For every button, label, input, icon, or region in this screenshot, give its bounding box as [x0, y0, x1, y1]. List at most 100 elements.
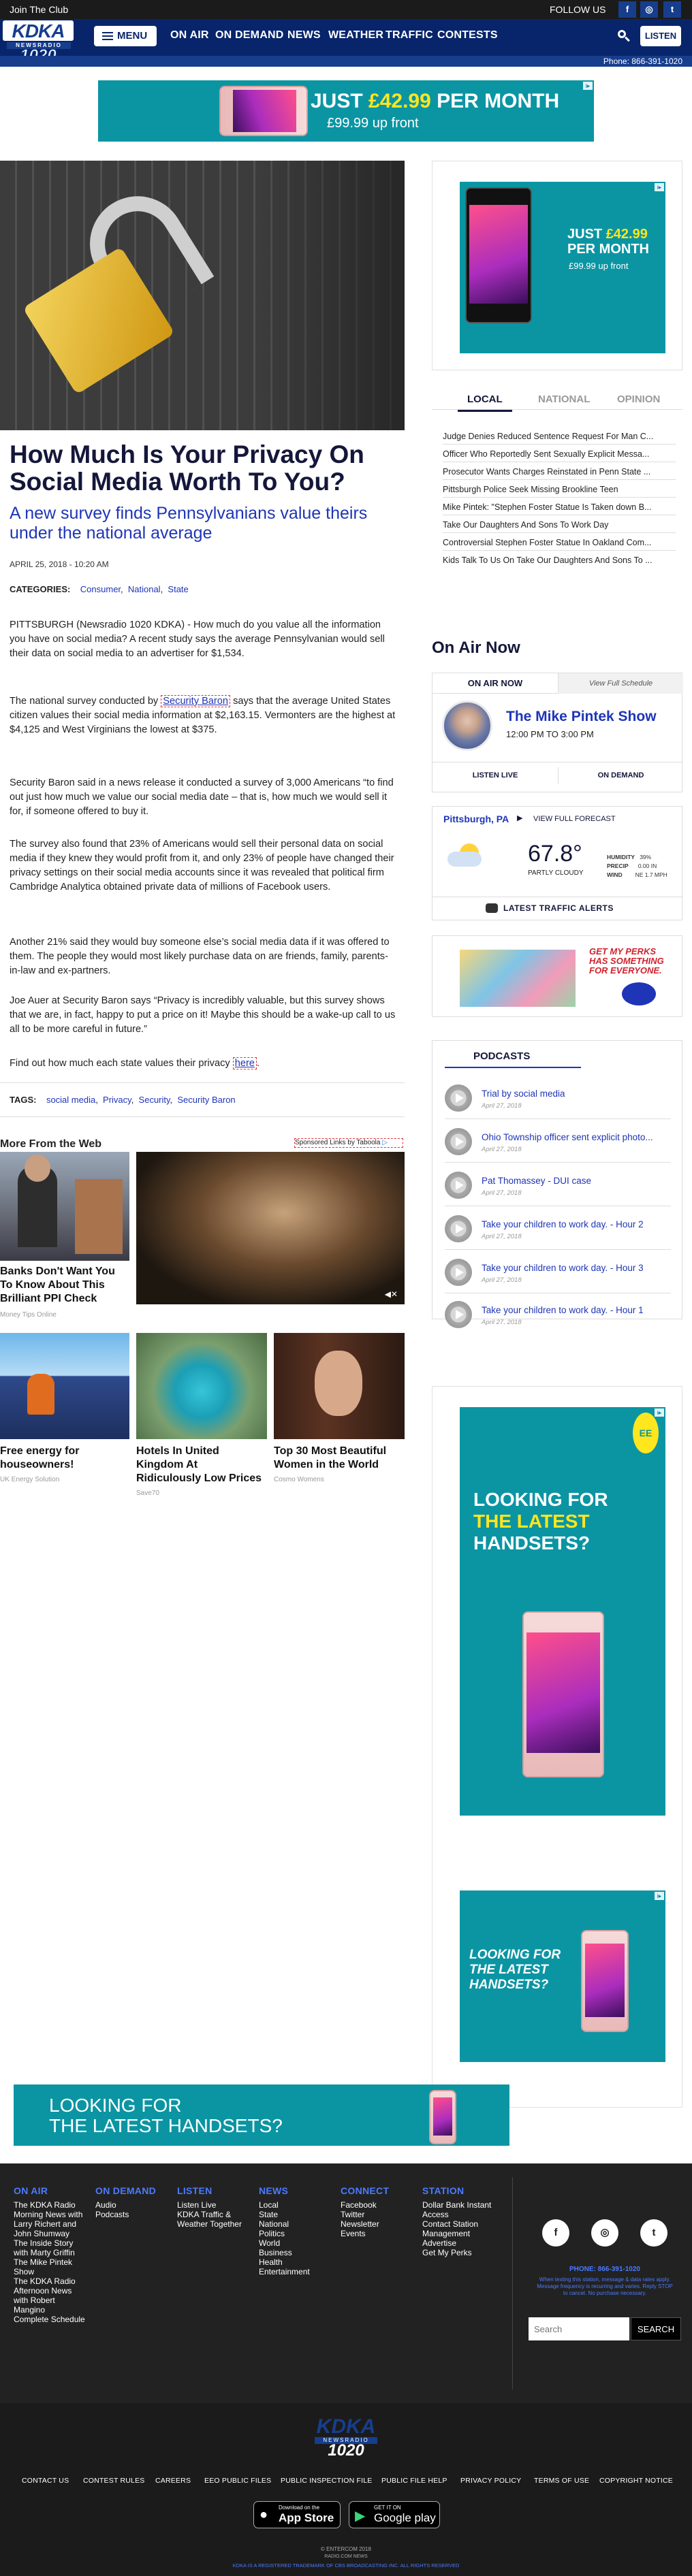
mute-icon[interactable]: ◀✕: [385, 1289, 398, 1299]
nav-news[interactable]: NEWS: [287, 29, 321, 42]
podcast-title[interactable]: Pat Thomassey - DUI case: [482, 1176, 672, 1186]
podcast-title[interactable]: Trial by social media: [482, 1089, 672, 1099]
footer-link[interactable]: Audio: [95, 2200, 116, 2210]
tab-opinion[interactable]: OPINION: [617, 393, 660, 405]
full-forecast-link[interactable]: VIEW FULL FORECAST: [533, 815, 616, 823]
footer-link[interactable]: World: [259, 2238, 280, 2248]
nav-traffic[interactable]: TRAFFIC: [386, 29, 433, 42]
sponsored-card-ppi[interactable]: Banks Don't Want You To Know About This …: [0, 1152, 129, 1319]
listen-button[interactable]: LISTEN: [640, 26, 681, 46]
footer-link[interactable]: Podcasts: [95, 2210, 129, 2219]
sponsored-card-energy[interactable]: Free energy for houseowners! UK Energy S…: [0, 1333, 129, 1490]
tab-national[interactable]: NATIONAL: [538, 393, 590, 405]
footer-link[interactable]: The KDKA Radio Afternoon News with Rober…: [14, 2276, 76, 2315]
category-national[interactable]: National: [128, 584, 161, 594]
here-link[interactable]: here: [232, 1057, 257, 1069]
join-club-link[interactable]: Join The Club: [10, 4, 68, 15]
security-baron-link[interactable]: Security Baron: [161, 695, 231, 707]
sidebar-ad[interactable]: i▸ JUST £42.99 PER MONTH £99.99 up front: [460, 182, 665, 353]
news-item[interactable]: Prosecutor Wants Charges Reinstated in P…: [443, 467, 676, 477]
footer-link[interactable]: State: [259, 2210, 278, 2219]
ad-choices-icon[interactable]: i▸: [583, 82, 593, 90]
on-demand-button[interactable]: ON DEMAND: [558, 767, 683, 784]
footer-link[interactable]: Complete Schedule: [14, 2315, 85, 2324]
play-icon[interactable]: [445, 1084, 472, 1112]
facebook-icon[interactable]: f: [618, 1, 636, 18]
ad-choices-icon[interactable]: i▸: [655, 183, 664, 191]
category-consumer[interactable]: Consumer: [80, 584, 121, 594]
sponsored-card-women[interactable]: Top 30 Most Beautiful Women in the World…: [274, 1333, 405, 1490]
news-item[interactable]: Mike Pintek: "Stephen Foster Statue Is T…: [443, 502, 676, 512]
play-icon[interactable]: [445, 1128, 472, 1155]
category-state[interactable]: State: [168, 584, 188, 594]
footer-privacy-link[interactable]: PRIVACY POLICY: [460, 2477, 521, 2485]
podcast-title[interactable]: Ohio Township officer sent explicit phot…: [482, 1132, 672, 1142]
taboola-sponsored-link[interactable]: Sponsored Links by Taboola ▷: [294, 1138, 403, 1148]
weather-location[interactable]: Pittsburgh, PA: [443, 814, 509, 824]
sidebar-small-ad[interactable]: i▸ LOOKING FOR THE LATEST HANDSETS?: [460, 1890, 665, 2062]
show-title[interactable]: The Mike Pintek Show: [506, 709, 657, 725]
tag-security-baron[interactable]: Security Baron: [177, 1095, 235, 1105]
podcast-title[interactable]: Take your children to work day. - Hour 2: [482, 1219, 672, 1229]
app-store-badge[interactable]: ● Download on the App Store: [253, 2501, 341, 2528]
footer-link[interactable]: Facebook: [341, 2200, 377, 2210]
listen-live-button[interactable]: LISTEN LIVE: [432, 767, 558, 784]
nav-weather[interactable]: WEATHER: [328, 29, 383, 42]
traffic-alerts-link[interactable]: LATEST TRAFFIC ALERTS: [503, 903, 614, 913]
top-ad-banner[interactable]: i▸ JUST £42.99 PER MONTH £99.99 up front: [98, 80, 594, 142]
footer-instagram-icon[interactable]: ◎: [591, 2219, 618, 2247]
footer-terms-link[interactable]: TERMS OF USE: [534, 2477, 589, 2485]
ad-choices-icon[interactable]: i▸: [655, 1408, 664, 1417]
get-my-perks-ad[interactable]: GET MY PERKS HAS SOMETHING FOR EVERYONE.: [432, 935, 682, 1017]
footer-link[interactable]: Events: [341, 2229, 366, 2238]
tab-local[interactable]: LOCAL: [458, 393, 512, 412]
twitter-icon[interactable]: t: [663, 1, 681, 18]
menu-button[interactable]: MENU: [94, 26, 157, 46]
tag-security[interactable]: Security: [139, 1095, 170, 1105]
footer-link[interactable]: Dollar Bank Instant Access: [422, 2200, 491, 2219]
news-item[interactable]: Judge Denies Reduced Sentence Request Fo…: [443, 432, 676, 441]
play-icon[interactable]: [445, 1215, 472, 1242]
news-item[interactable]: Take Our Daughters And Sons To Work Day: [443, 520, 676, 530]
news-item[interactable]: Kids Talk To Us On Take Our Daughters An…: [443, 556, 676, 565]
nav-on-air[interactable]: ON AIR: [170, 29, 209, 42]
footer-link[interactable]: Twitter: [341, 2210, 364, 2219]
footer-link[interactable]: Business: [259, 2248, 292, 2257]
footer-copyright-link[interactable]: COPYRIGHT NOTICE: [599, 2477, 673, 2485]
footer-link[interactable]: Newsletter: [341, 2219, 379, 2229]
podcast-title[interactable]: Take your children to work day. - Hour 1: [482, 1305, 672, 1315]
ad-choices-icon[interactable]: i▸: [655, 1892, 664, 1900]
footer-search-button[interactable]: SEARCH: [631, 2317, 681, 2340]
sidebar-tall-ad[interactable]: i▸ EE LOOKING FOR THE LATEST HANDSETS?: [460, 1407, 665, 1816]
footer-public-file-help-link[interactable]: PUBLIC FILE HELP: [381, 2477, 447, 2485]
footer-link[interactable]: Politics: [259, 2229, 285, 2238]
footer-contact-link[interactable]: CONTACT US: [22, 2477, 69, 2485]
search-icon[interactable]: [616, 29, 631, 44]
nav-on-demand[interactable]: ON DEMAND: [215, 29, 283, 42]
tag-privacy[interactable]: Privacy: [103, 1095, 131, 1105]
footer-public-inspection-link[interactable]: PUBLIC INSPECTION FILE: [281, 2477, 373, 2485]
footer-link[interactable]: Entertainment: [259, 2267, 310, 2276]
footer-contest-rules-link[interactable]: CONTEST RULES: [83, 2477, 145, 2485]
footer-eeo-link[interactable]: EEO PUBLIC FILES: [204, 2477, 271, 2485]
footer-link[interactable]: The Mike Pintek Show: [14, 2257, 72, 2276]
video-ad[interactable]: ◀✕: [136, 1152, 405, 1304]
footer-link[interactable]: Contact Station Management: [422, 2219, 478, 2238]
news-item[interactable]: Controversial Stephen Foster Statue In O…: [443, 538, 676, 547]
footer-link[interactable]: The KDKA Radio Morning News with Larry R…: [14, 2200, 82, 2238]
footer-facebook-icon[interactable]: f: [542, 2219, 569, 2247]
play-icon[interactable]: [445, 1301, 472, 1328]
instagram-icon[interactable]: ◎: [640, 1, 658, 18]
footer-search-input[interactable]: [529, 2317, 629, 2340]
google-play-badge[interactable]: ▶ GET IT ON Google play: [349, 2501, 440, 2528]
footer-link[interactable]: Listen Live: [177, 2200, 216, 2210]
podcast-title[interactable]: Take your children to work day. - Hour 3: [482, 1263, 672, 1273]
view-schedule-link[interactable]: View Full Schedule: [558, 673, 683, 694]
footer-link[interactable]: Local: [259, 2200, 279, 2210]
footer-logo[interactable]: KDKA NEWSRADIO 1020: [308, 2415, 384, 2460]
news-item[interactable]: Officer Who Reportedly Sent Sexually Exp…: [443, 449, 676, 459]
footer-link[interactable]: The Inside Story with Marty Griffin: [14, 2238, 75, 2257]
footer-link[interactable]: KDKA Traffic & Weather Together: [177, 2210, 242, 2229]
play-icon[interactable]: [445, 1172, 472, 1199]
sponsored-card-hotels[interactable]: Hotels In United Kingdom At Ridiculously…: [136, 1333, 267, 1497]
